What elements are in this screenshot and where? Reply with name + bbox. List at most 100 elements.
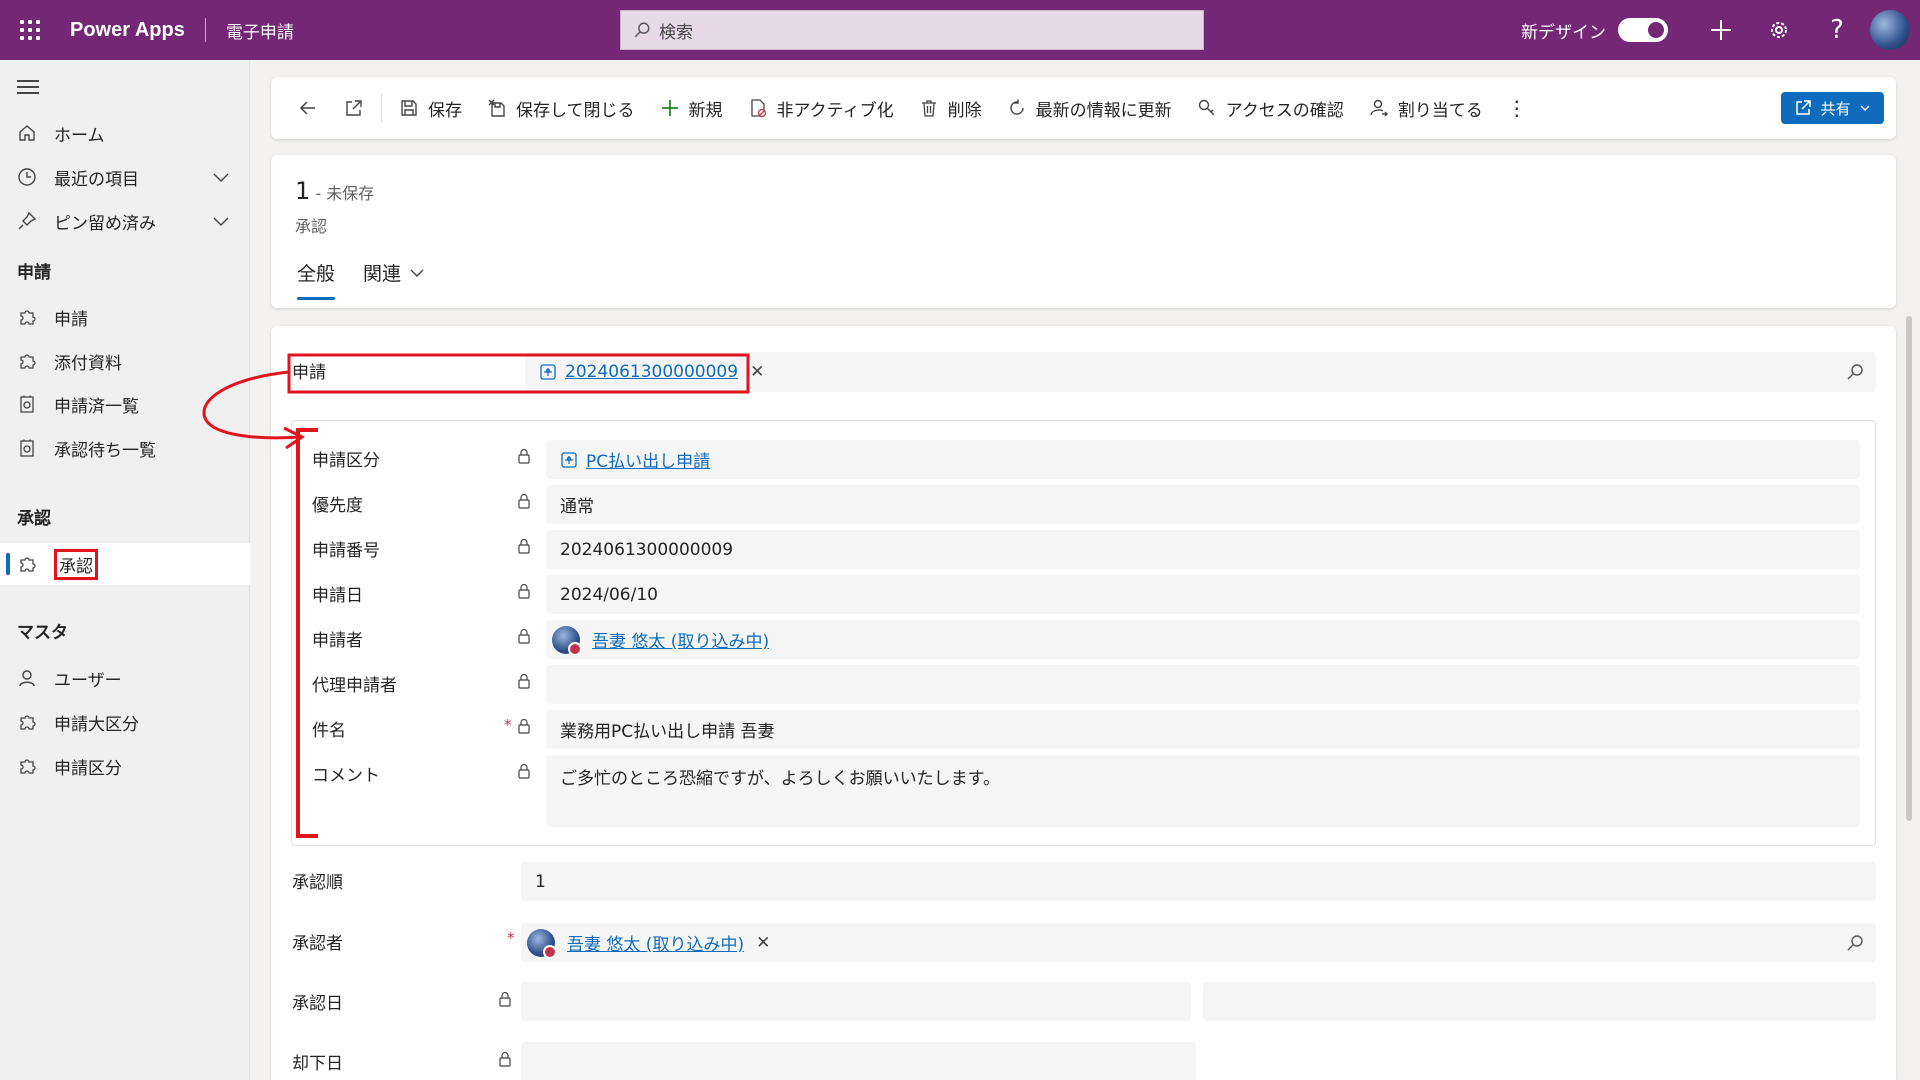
puzzle-icon: [16, 350, 38, 372]
sidebar-section-title: マスタ: [17, 623, 68, 643]
pin-icon: [16, 210, 38, 232]
search-icon[interactable]: [1846, 934, 1864, 952]
field-label: 承認日: [292, 994, 343, 1014]
field-label: 件名: [312, 721, 346, 741]
help-icon[interactable]: ?: [1808, 0, 1866, 60]
sidebar-item-major-category[interactable]: 申請大区分: [0, 701, 250, 743]
sidebar-item-pinned[interactable]: ピン留め済み: [0, 200, 250, 242]
sidebar-item-attachments[interactable]: 添付資料: [0, 340, 250, 382]
sidebar-item-label: 承認: [54, 548, 98, 580]
back-button[interactable]: [285, 86, 331, 130]
field-label: 代理申請者: [312, 676, 397, 696]
rejected-date-field: [521, 1042, 1196, 1080]
popout-icon: [346, 100, 362, 116]
field-label: 申請番号: [312, 541, 380, 561]
sidebar-item-category[interactable]: 申請区分: [0, 745, 250, 787]
app-launcher-icon[interactable]: [0, 0, 60, 60]
sidebar-item-users[interactable]: ユーザー: [0, 657, 250, 699]
home-icon: [16, 122, 38, 144]
tab-label: 関連: [363, 263, 402, 285]
top-bar: Power Apps 電子申請 検索 新デザイン ?: [0, 0, 1920, 60]
application-number-field: 2024061300000009: [546, 530, 1860, 569]
field-value: 1: [535, 871, 546, 892]
new-label: 新規: [688, 100, 723, 121]
delete-label: 削除: [947, 100, 982, 121]
category-field: PC払い出し申請: [546, 440, 1860, 479]
sidebar-item-label: 最近の項目: [54, 169, 139, 190]
tab-related[interactable]: 関連: [363, 259, 425, 286]
lock-icon: [518, 448, 530, 464]
refresh-button[interactable]: 最新の情報に更新: [994, 86, 1184, 130]
sidebar-item-application[interactable]: 申請: [0, 296, 250, 338]
lock-icon: [518, 718, 530, 734]
unsaved-indicator: - 未保存: [310, 184, 375, 203]
sidebar-item-label: 申請大区分: [54, 714, 139, 735]
applicant-field: 吾妻 悠太 (取り込み中): [546, 620, 1860, 659]
refresh-icon: [1006, 97, 1028, 119]
close-icon[interactable]: ✕: [750, 362, 764, 382]
more-commands-button[interactable]: ⋮: [1495, 86, 1539, 130]
applicant-link[interactable]: 吾妻 悠太 (取り込み中): [592, 627, 769, 652]
save-close-button[interactable]: 保存して閉じる: [474, 86, 647, 130]
save-close-label: 保存して閉じる: [516, 100, 635, 121]
lock-icon: [518, 583, 530, 599]
refresh-label: 最新の情報に更新: [1035, 100, 1172, 121]
approver-lookup[interactable]: 吾妻 悠太 (取り込み中) ✕: [521, 923, 1876, 962]
sidebar-item-approval[interactable]: 承認: [0, 543, 250, 585]
field-value: 2024/06/10: [560, 584, 658, 605]
brand-name[interactable]: Power Apps: [70, 19, 185, 42]
close-icon[interactable]: ✕: [756, 933, 770, 953]
chevron-down-icon[interactable]: [212, 212, 230, 230]
save-button[interactable]: 保存: [386, 86, 474, 130]
field-label: 申請区分: [312, 451, 380, 471]
chevron-down-icon[interactable]: [212, 168, 230, 186]
chevron-down-icon: [410, 269, 424, 277]
user-avatar[interactable]: [1870, 10, 1910, 50]
deactivate-button[interactable]: 非アクティブ化: [735, 86, 906, 130]
hamburger-icon[interactable]: [17, 80, 39, 98]
assign-button[interactable]: 割り当てる: [1356, 86, 1495, 130]
sidebar-item-pending-list[interactable]: 承認待ち一覧: [0, 427, 250, 469]
gear-icon[interactable]: [1750, 0, 1808, 60]
plus-icon[interactable]: [1692, 0, 1750, 60]
sidebar-section-title: 承認: [17, 509, 51, 529]
approver-link[interactable]: 吾妻 悠太 (取り込み中): [567, 930, 744, 955]
deactivate-label: 非アクティブ化: [776, 100, 894, 121]
puzzle-icon: [16, 306, 38, 328]
tab-general[interactable]: 全般: [297, 259, 336, 300]
back-arrow-icon: [299, 101, 315, 115]
puzzle-icon: [16, 553, 38, 575]
open-new-window-button[interactable]: [331, 86, 377, 130]
record-number: 1: [295, 177, 311, 205]
sidebar-item-label: ホーム: [54, 125, 105, 146]
entity-icon: [540, 364, 556, 380]
sidebar-item-home[interactable]: ホーム: [0, 112, 250, 154]
new-design-toggle[interactable]: [1618, 18, 1668, 42]
app-name[interactable]: 電子申請: [226, 18, 294, 43]
application-lookup[interactable]: 2024061300000009 ✕: [525, 352, 1876, 392]
scrollbar[interactable]: [1906, 316, 1912, 821]
search-icon: [634, 22, 650, 38]
priority-field: 通常: [546, 485, 1860, 524]
lock-icon: [518, 763, 530, 779]
chevron-down-icon: [1859, 105, 1870, 112]
clock-icon: [16, 166, 38, 188]
approval-order-input[interactable]: 1: [521, 862, 1876, 901]
proxy-applicant-field: [546, 665, 1860, 704]
category-link[interactable]: PC払い出し申請: [586, 447, 710, 472]
sidebar-item-recent[interactable]: 最近の項目: [0, 156, 250, 198]
application-link[interactable]: 2024061300000009: [565, 362, 738, 382]
check-access-button[interactable]: アクセスの確認: [1184, 86, 1356, 130]
sidebar-item-submitted-list[interactable]: 申請済一覧: [0, 383, 250, 425]
delete-button[interactable]: 削除: [906, 86, 994, 130]
lock-icon: [518, 493, 530, 509]
search-box[interactable]: 検索: [620, 10, 1204, 50]
search-icon[interactable]: [1846, 363, 1864, 381]
form-section: 申請 2024061300000009 ✕ 申請区分 PC払い出し申請 優先度 …: [271, 326, 1896, 1080]
new-button[interactable]: 新規: [647, 86, 735, 130]
field-label: 申請者: [312, 631, 363, 651]
quick-view-form: 申請区分 PC払い出し申請 優先度 通常 申請番号 20240613000000…: [291, 420, 1876, 846]
share-button[interactable]: 共有: [1781, 92, 1884, 124]
record-entity: 承認: [295, 217, 328, 236]
deactivate-icon: [747, 97, 769, 119]
